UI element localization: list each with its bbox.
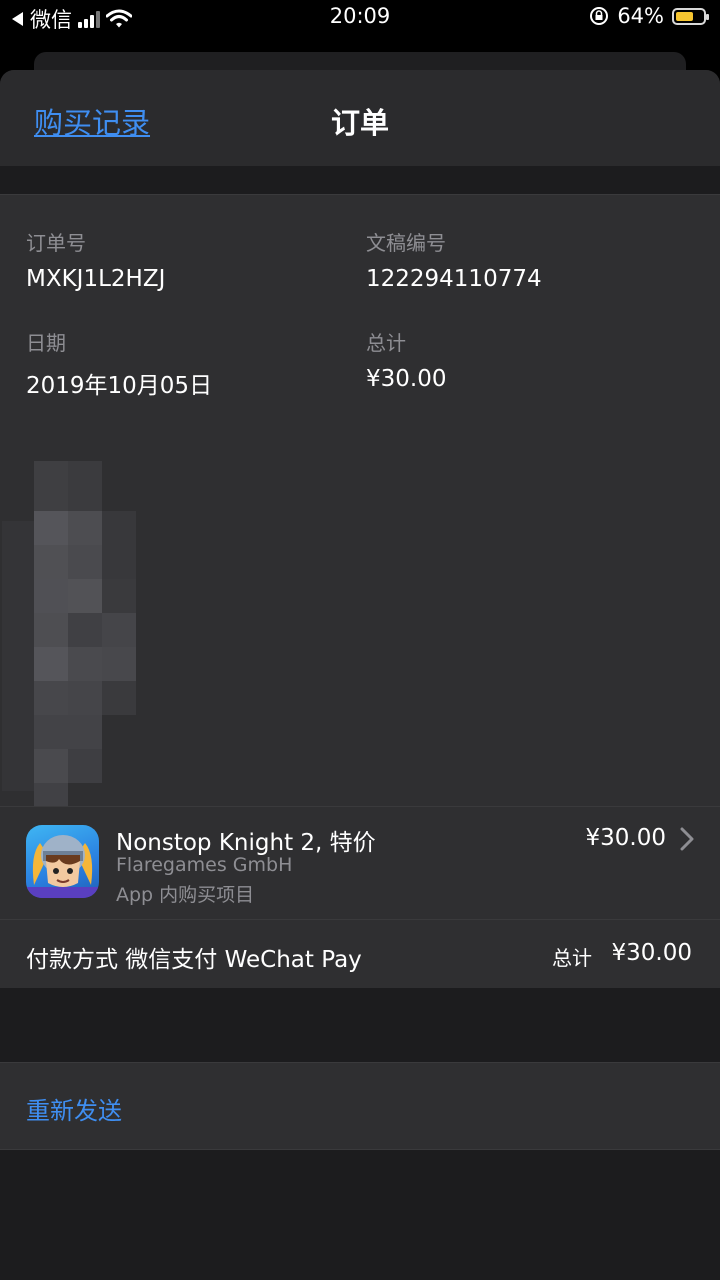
- resend-button[interactable]: 重新发送: [26, 1091, 122, 1126]
- section-gap: [0, 988, 720, 1062]
- page-title: 订单: [330, 106, 389, 140]
- item-type: App 内购买项目: [116, 884, 255, 906]
- item-price: ¥30.00: [585, 825, 666, 851]
- redacted-pixelated-area: [2, 461, 136, 813]
- date-label: 日期: [26, 331, 66, 355]
- document-number-value: 122294110774: [366, 266, 542, 292]
- navigation-bar: 购买记录 订单: [0, 70, 720, 166]
- item-developer: Flaregames GmbH: [116, 854, 293, 876]
- knight-app-icon: [26, 825, 99, 898]
- total-field: 总计 ¥30.00: [366, 327, 446, 392]
- rotation-lock-icon: [590, 7, 609, 25]
- total-label: 总计: [366, 331, 406, 355]
- payment-total: ¥30.00: [611, 940, 692, 966]
- purchased-item-row[interactable]: Nonstop Knight 2, 特价 Flaregames GmbH App…: [0, 806, 720, 919]
- document-number-field: 文稿编号 122294110774: [366, 227, 542, 292]
- order-number-label: 订单号: [26, 231, 86, 255]
- order-number-field: 订单号 MXKJ1L2HZJ: [26, 227, 165, 292]
- battery-icon: [672, 7, 709, 25]
- section-gap: [0, 166, 720, 194]
- date-value: 2019年10月05日: [26, 373, 213, 399]
- payment-total-label: 总计: [552, 946, 592, 970]
- resend-row[interactable]: 重新发送: [0, 1062, 720, 1150]
- status-bar: 微信 20:09 64%: [0, 0, 720, 36]
- order-sheet: 购买记录 订单 订单号 MXKJ1L2HZJ 文稿编号 122294110774…: [0, 70, 720, 1280]
- total-value: ¥30.00: [366, 366, 447, 392]
- item-name: Nonstop Knight 2, 特价: [116, 830, 376, 856]
- payment-row: 付款方式 微信支付 WeChat Pay 总计 ¥30.00: [0, 919, 720, 989]
- payment-method: 付款方式 微信支付 WeChat Pay: [26, 947, 362, 973]
- chevron-right-icon: [680, 827, 694, 851]
- battery-percent: 64%: [617, 4, 664, 28]
- date-field: 日期 2019年10月05日: [26, 327, 212, 400]
- order-number-value: MXKJ1L2HZJ: [26, 266, 166, 292]
- document-number-label: 文稿编号: [366, 231, 446, 255]
- order-info-section: 订单号 MXKJ1L2HZJ 文稿编号 122294110774 日期 2019…: [0, 194, 720, 813]
